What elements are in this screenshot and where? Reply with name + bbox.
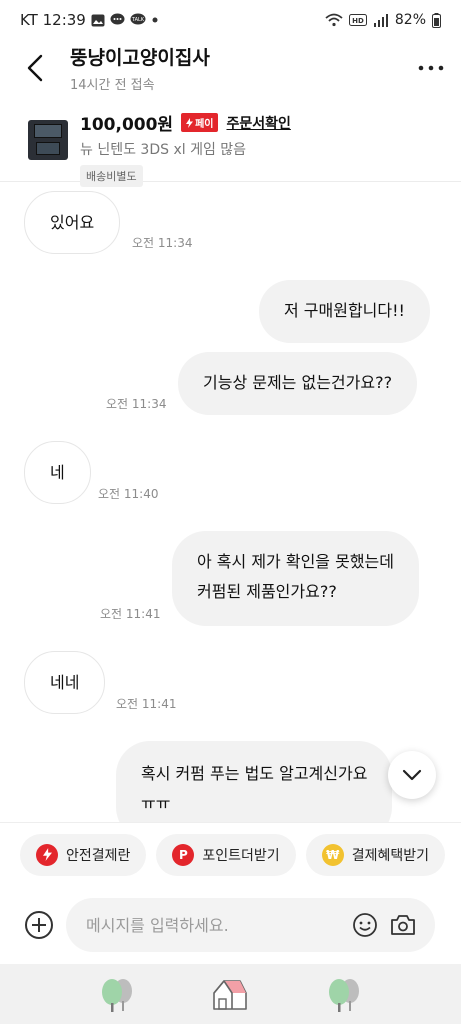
message-time: 오전 11:41 <box>100 607 161 621</box>
nav-home-button[interactable] <box>206 970 254 1018</box>
chat-partner-name: 뚱냥이고양이집사 <box>70 47 210 69</box>
bottom-nav-bar <box>0 964 461 1024</box>
message-text: 기능상 문제는 없는건가요?? <box>203 373 393 392</box>
trees-icon <box>329 979 360 1012</box>
chip-label: 포인트더받기 <box>202 847 280 864</box>
status-bar: KT 12:39 TALK HD 82% <box>0 0 461 40</box>
message-field <box>66 898 435 952</box>
message-input-bar <box>0 888 461 962</box>
message-time: 오전 11:34 <box>106 397 167 411</box>
plus-circle-icon <box>25 911 53 939</box>
message-text-line: 커펌된 제품인가요?? <box>197 582 337 601</box>
payment-benefit-chip[interactable]: ₩ 결제혜택받기 <box>305 833 445 876</box>
product-price: 100,000원 <box>80 115 174 135</box>
message-text-line: 아 혹시 제가 확인을 못했는데 <box>197 552 394 571</box>
status-carrier-time: KT 12:39 <box>20 11 86 29</box>
product-thumbnail <box>28 120 68 160</box>
gallery-icon <box>91 14 105 27</box>
message-list[interactable]: 있어요 오전 11:34 저 구매원합니다!! 기능상 문제는 없는건가요?? … <box>0 183 461 822</box>
quick-action-bar: 안전결제란 P 포인트더받기 ₩ 결제혜택받기 <box>0 822 461 886</box>
wifi-icon <box>325 13 343 27</box>
attach-button[interactable] <box>22 908 56 942</box>
smiley-icon <box>353 913 377 937</box>
message-bubble-outgoing: 기능상 문제는 없는건가요?? <box>178 352 418 415</box>
signal-icon <box>373 13 389 27</box>
message-bubble-outgoing: 저 구매원합니다!! <box>259 280 430 343</box>
chip-label: 결제혜택받기 <box>351 847 429 864</box>
message-bubble-outgoing: 혹시 커펌 푸는 법도 알고계신가요 ㅠㅠ <box>116 741 393 822</box>
message-bubble-incoming: 있어요 <box>24 191 121 254</box>
chevron-down-icon <box>402 769 422 781</box>
trees-icon <box>101 979 132 1012</box>
battery-level: 82% <box>394 12 426 28</box>
chevron-left-icon <box>27 54 43 82</box>
won-coin-icon: ₩ <box>321 843 344 866</box>
scroll-to-bottom-button[interactable] <box>388 751 436 799</box>
chat-header: 뚱냥이고양이집사 14시간 전 접속 <box>0 40 461 96</box>
pay-badge: 페이 <box>181 113 219 132</box>
svg-text:HD: HD <box>352 17 364 25</box>
house-icon <box>213 980 248 1010</box>
last-seen-text: 14시간 전 접속 <box>70 78 155 93</box>
message-text: 있어요 <box>50 213 95 232</box>
message-time: 오전 11:34 <box>132 236 193 250</box>
chat-notification-icon <box>110 13 125 27</box>
message-text-line: 혹시 커펌 푸는 법도 알고계신가요 <box>141 764 368 783</box>
dot-indicator-icon <box>151 16 159 24</box>
p-point-icon: P <box>172 843 195 866</box>
camera-icon <box>391 915 415 935</box>
message-bubble-incoming: 네네 <box>24 651 106 714</box>
more-points-chip[interactable]: P 포인트더받기 <box>156 833 296 876</box>
message-input[interactable] <box>86 915 343 935</box>
message-text: 네네 <box>50 673 80 692</box>
lightning-icon <box>186 117 194 128</box>
camera-button[interactable] <box>387 909 419 941</box>
message-time: 오전 11:40 <box>98 487 159 501</box>
hd-voice-icon: HD <box>348 14 367 26</box>
talk-notification-icon: TALK <box>130 13 146 27</box>
pay-badge-label: 페이 <box>195 119 214 130</box>
message-text: 네 <box>50 463 65 482</box>
product-name: 뉴 닌텐도 3DS xl 게임 많음 <box>80 142 247 158</box>
lightning-icon <box>36 843 58 866</box>
more-options-button[interactable] <box>401 40 461 96</box>
emoji-button[interactable] <box>349 909 381 941</box>
more-dots-icon <box>418 65 444 71</box>
message-time: 오전 11:41 <box>116 697 177 711</box>
nav-back-button[interactable] <box>320 970 368 1018</box>
back-button[interactable] <box>0 40 70 96</box>
svg-text:TALK: TALK <box>131 17 145 23</box>
battery-icon <box>432 12 441 28</box>
message-bubble-incoming: 네 <box>24 441 91 504</box>
message-bubble-outgoing: 아 혹시 제가 확인을 못했는데 커펌된 제품인가요?? <box>172 531 419 626</box>
nav-recents-button[interactable] <box>93 970 141 1018</box>
order-confirm-link[interactable]: 주문서확인 <box>226 113 290 133</box>
message-text: 저 구매원합니다!! <box>284 301 405 320</box>
product-summary[interactable]: 100,000원 페이 주문서확인 뉴 닌텐도 3DS xl 게임 많음 배송비… <box>0 100 461 187</box>
chip-label: 안전결제란 <box>66 847 131 864</box>
message-text-line: ㅠㅠ <box>141 794 171 813</box>
safe-payment-chip[interactable]: 안전결제란 <box>20 833 147 876</box>
